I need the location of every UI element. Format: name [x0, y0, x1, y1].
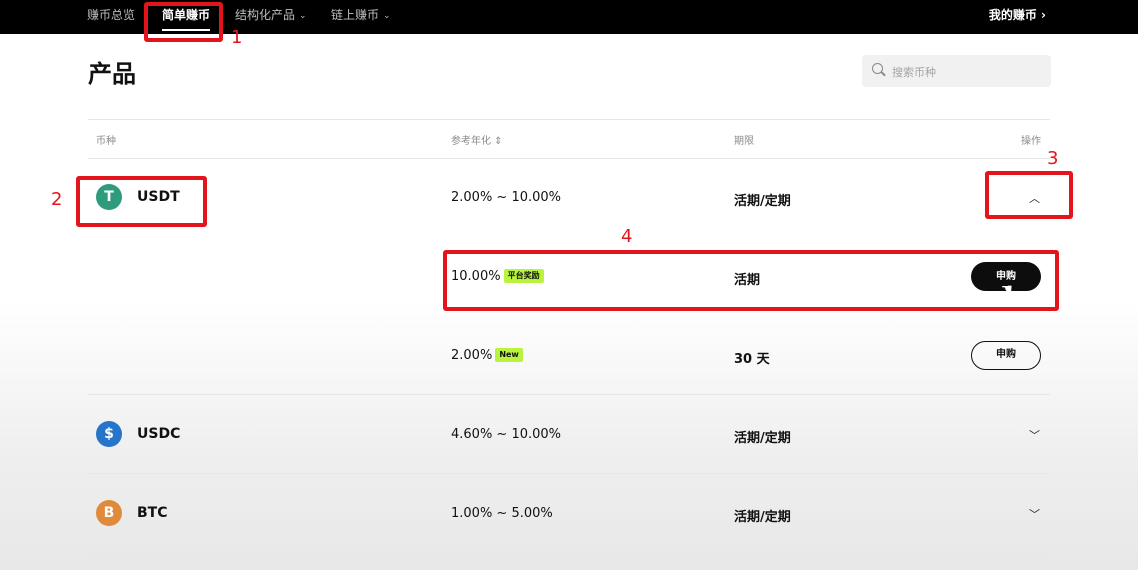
rate-range-usdt: 2.00% ~ 10.00% — [451, 190, 562, 205]
rate-range-btc: 1.00% ~ 5.00% — [451, 506, 553, 521]
divider — [88, 473, 1050, 474]
nav-item-onchain[interactable]: 链上赚币 ⌄ — [331, 0, 391, 34]
divider — [88, 158, 1050, 159]
product-period: 30 天 — [734, 352, 770, 367]
usdc-coin-icon: $ — [96, 421, 122, 447]
product-rate: 2.00% New — [451, 348, 523, 363]
header-period: 期限 — [734, 136, 754, 147]
divider — [88, 553, 1050, 554]
annotation-box-3 — [985, 171, 1073, 219]
search-icon — [872, 63, 883, 74]
annotation-box-4 — [443, 250, 1059, 311]
nav-item-structured-label: 结构化产品 — [235, 8, 296, 22]
annotation-number-2: 2 — [51, 189, 63, 210]
coin-name-usdc: USDC — [137, 426, 181, 442]
new-badge: New — [495, 348, 523, 362]
search-input[interactable] — [890, 61, 1044, 83]
annotation-number-1: 1 — [231, 27, 243, 48]
annotation-number-4: 4 — [621, 226, 633, 247]
nav-item-structured[interactable]: 结构化产品 ⌄ — [235, 0, 307, 34]
annotation-number-3: 3 — [1047, 148, 1059, 169]
divider — [88, 394, 1050, 395]
period-usdc: 活期/定期 — [734, 431, 791, 446]
header-coin: 币种 — [96, 136, 116, 147]
header-action: 操作 — [1021, 136, 1041, 147]
annotation-box-1 — [144, 2, 223, 42]
rate-range-usdc: 4.60% ~ 10.00% — [451, 427, 562, 442]
chevron-down-icon[interactable]: ﹀ — [1029, 506, 1040, 522]
chevron-down-icon: ⌄ — [299, 11, 307, 21]
divider — [88, 119, 1050, 120]
annotation-box-2 — [76, 176, 207, 227]
product-rate-value: 2.00% — [451, 348, 493, 363]
btc-coin-icon: B — [96, 500, 122, 526]
subscribe-button[interactable]: 申购 — [971, 341, 1041, 370]
nav-item-overview[interactable]: 赚币总览 — [87, 0, 135, 34]
nav-item-onchain-label: 链上赚币 — [331, 8, 380, 22]
period-btc: 活期/定期 — [734, 510, 791, 525]
search-box[interactable] — [862, 55, 1051, 87]
chevron-down-icon[interactable]: ﹀ — [1029, 427, 1040, 443]
my-earn-link[interactable]: 我的赚币 › — [989, 0, 1046, 34]
coin-name-btc: BTC — [137, 505, 168, 521]
header-rate[interactable]: 参考年化 ⇕ — [451, 132, 503, 147]
chevron-down-icon: ⌄ — [383, 11, 391, 21]
period-usdt: 活期/定期 — [734, 194, 791, 209]
page-title: 产品 — [88, 60, 136, 88]
